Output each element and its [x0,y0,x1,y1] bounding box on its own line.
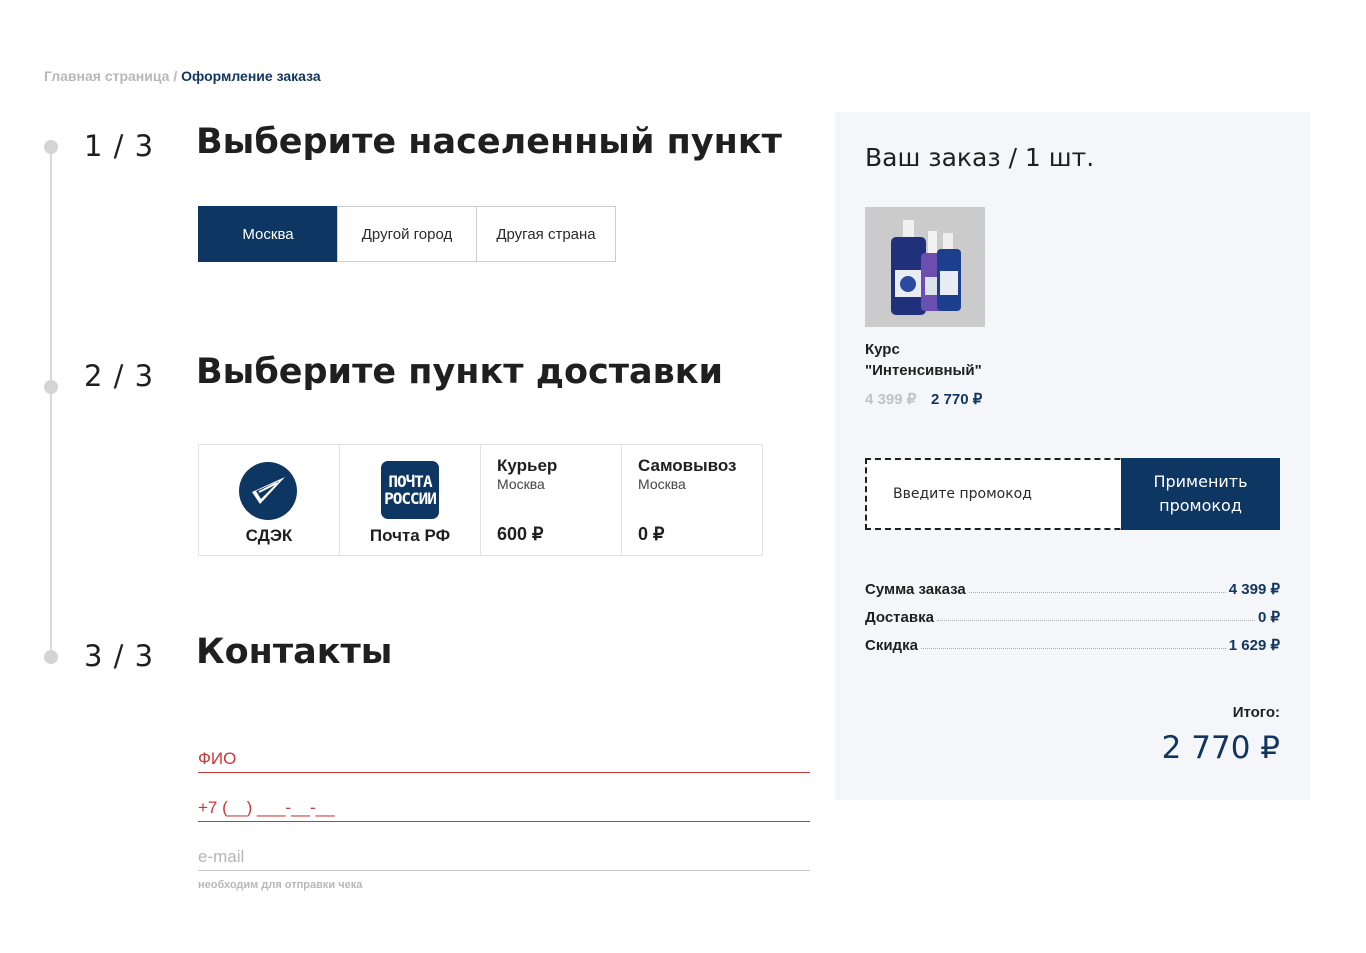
timeline-dot-step-2 [44,380,58,394]
delivery-pochta-label: Почта РФ [369,526,451,545]
order-summary-panel: Ваш заказ / 1 шт. Курс "Интенсивный" 4 3… [835,112,1310,800]
city-selector: Москва Другой город Другая страна [198,206,616,262]
dotted-leader [920,648,1226,649]
step-1-number: 1 / 3 [84,129,155,163]
apply-promo-button[interactable]: Применить промокод [1121,458,1280,530]
summary-row-delivery: Доставка 0 ₽ [865,609,1280,626]
order-title: Ваш заказ / 1 шт. [865,143,1095,172]
delivery-cdek-label: СДЭК [245,526,293,545]
product-image[interactable] [865,207,985,327]
name-field [198,748,810,773]
step-2-title: Выберите пункт доставки [196,352,724,392]
delivery-option-pochta[interactable]: ПОЧТА РОССИИ Почта РФ [339,444,481,556]
city-option-moscow[interactable]: Москва [198,206,338,262]
promo-code-input[interactable] [867,460,1121,528]
step-1-title: Выберите населенный пункт [196,122,782,162]
total-label: Итого: [1232,704,1280,721]
email-hint: необходим для отправки чека [198,879,363,891]
delivery-courier-title: Курьер [497,456,558,475]
delivery-pickup-title: Самовывоз [638,456,737,475]
breadcrumb-current: Оформление заказа [181,68,321,84]
city-option-other-city[interactable]: Другой город [337,206,477,262]
cdek-logo-icon [239,462,297,520]
delivery-option-pickup[interactable]: Самовывоз Москва 0 ₽ [621,444,763,556]
pochta-rossii-logo-icon: ПОЧТА РОССИИ [381,461,439,519]
email-input[interactable] [198,846,810,868]
delivery-option-cdek[interactable]: СДЭК [198,444,340,556]
timeline-dot-step-1 [44,140,58,154]
timeline-line [50,147,52,657]
step-3-number: 3 / 3 [84,639,155,673]
delivery-options: СДЭК ПОЧТА РОССИИ Почта РФ Курьер Москва… [198,444,763,556]
step-3-title: Контакты [196,632,393,672]
promo-code-form: Применить промокод [865,458,1280,530]
product-name[interactable]: Курс "Интенсивный" [865,339,1065,381]
summary-row-subtotal: Сумма заказа 4 399 ₽ [865,581,1280,598]
product-old-price: 4 399 ₽ [865,391,917,408]
delivery-pickup-city: Москва [638,476,686,492]
delivery-courier-city: Москва [497,476,545,492]
phone-input[interactable] [198,797,810,819]
phone-field [198,797,810,822]
breadcrumb: Главная страница / Оформление заказа [44,68,321,84]
timeline-dot-step-3 [44,650,58,664]
email-field [198,846,810,871]
step-2-number: 2 / 3 [84,359,155,393]
summary-row-discount: Скидка 1 629 ₽ [865,637,1280,654]
total-value: 2 770 ₽ [1161,730,1280,766]
city-option-other-country[interactable]: Другая страна [476,206,616,262]
breadcrumb-separator: / [169,68,182,84]
dotted-leader [936,620,1255,621]
product-new-price: 2 770 ₽ [931,391,983,408]
delivery-courier-price: 600 ₽ [497,524,544,544]
breadcrumb-home-link[interactable]: Главная страница [44,68,169,84]
dotted-leader [968,592,1226,593]
delivery-option-courier[interactable]: Курьер Москва 600 ₽ [480,444,622,556]
delivery-pickup-price: 0 ₽ [638,524,665,544]
name-input[interactable] [198,748,810,770]
